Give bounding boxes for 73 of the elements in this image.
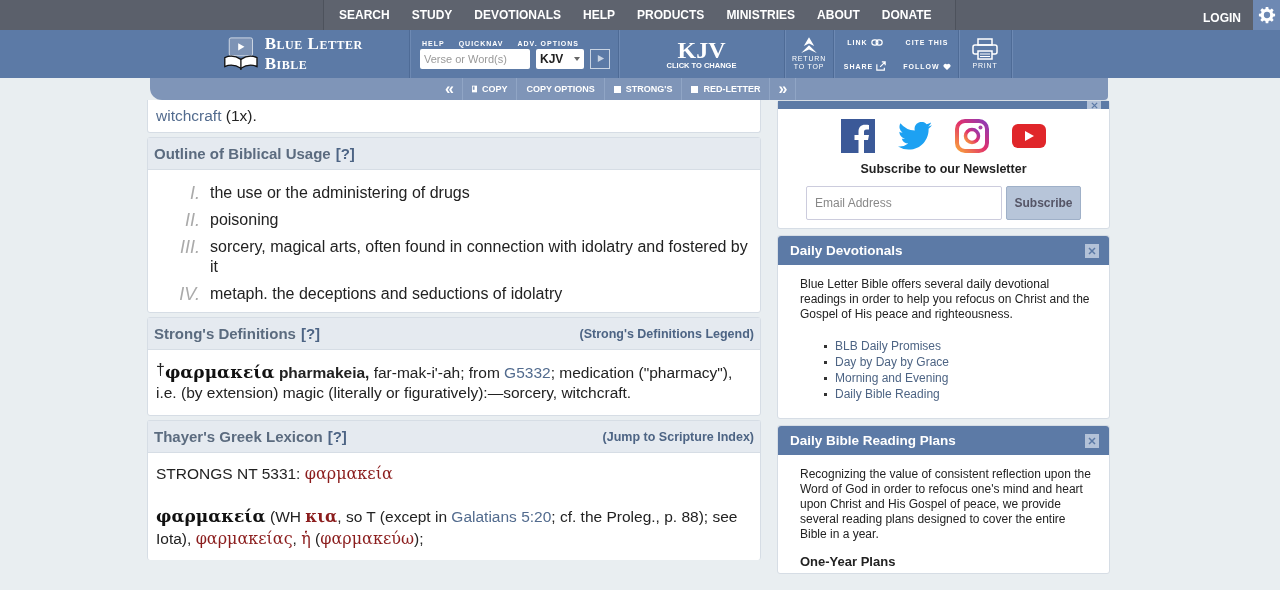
roman-numeral: I. — [189, 183, 201, 203]
close-icon — [1090, 101, 1098, 109]
roman-numeral: III. — [179, 237, 201, 259]
nav-link[interactable]: STUDY — [400, 8, 464, 22]
help-link[interactable]: [?] — [327, 428, 347, 445]
nav-link[interactable]: DONATE — [870, 8, 943, 22]
site-logo[interactable]: Blue Letter Bible — [264, 34, 409, 74]
devotional-link[interactable]: Morning and Evening — [835, 371, 949, 385]
devotional-link[interactable]: Daily Bible Reading — [835, 387, 940, 401]
newsletter-title: Subscribe to our Newsletter — [859, 162, 1028, 176]
nav-link[interactable]: PRODUCTS — [626, 8, 716, 22]
usage-text: the use or the administering of drugs — [210, 183, 470, 203]
roman-numeral: II. — [184, 210, 201, 230]
login-link[interactable]: LOGIN — [1203, 11, 1241, 25]
subscribe-button[interactable]: Subscribe — [1006, 186, 1081, 220]
lexicon-text: STRONGS NT 5331: φαρμακεία — [155, 463, 394, 485]
lexicon-text: φαρμακεία (WH κια, so T (except in Galatians 5:20; cf. the Proleg., p. 88); see Iota), φαρμακείας, ἡ (φαρμακεύω); — [155, 505, 739, 550]
close-button[interactable] — [1087, 101, 1101, 109]
close-icon — [1088, 246, 1096, 255]
word-count-text: witchcraft (1x). — [156, 106, 258, 126]
heart-icon — [942, 62, 951, 70]
section-title: Strong's Definitions — [154, 325, 296, 342]
nav-link[interactable]: ABOUT — [806, 8, 871, 22]
panel-description: Recognizing the value of consistent reflection upon the Word of God in order to refocus one's mind and heart upon Christ and His Gospel of peace, we provide several reading plans designed to cover the entire Bible in a year. — [799, 466, 1092, 543]
settings-icon — [1257, 6, 1276, 24]
usage-text: sorcery, magical arts, often found in connection with idolatry and fostered by it — [210, 237, 749, 277]
close-button[interactable] — [1085, 433, 1099, 448]
word-link[interactable]: witchcraft — [156, 107, 222, 124]
chain-link-icon — [870, 38, 883, 46]
panel-description: Blue Letter Bible offers several daily devotional readings in order to help you refocus on Christ and the Gospel of His peace and righteousness. — [799, 276, 1091, 323]
usage-text: poisoning — [210, 210, 279, 230]
index-link[interactable]: (Jump to Scripture Index) — [602, 429, 754, 444]
usage-text: metaph. the deceptions and seductions of idolatry — [210, 284, 563, 304]
devotional-link[interactable]: Day by Day by Grace — [835, 355, 950, 369]
bullet-icon — [824, 344, 827, 348]
settings-button[interactable] — [1253, 0, 1280, 30]
section-title: Thayer's Greek Lexicon — [154, 428, 323, 445]
roman-numeral: IV. — [178, 284, 201, 304]
bullet-icon — [824, 360, 827, 364]
scripture-link[interactable]: Galatians 5:20 — [451, 508, 552, 525]
legend-link[interactable]: (Strong's Definitions Legend) — [579, 326, 754, 341]
search-field[interactable]: Verse or Word(s) — [420, 48, 530, 69]
twitter-icon[interactable] — [898, 122, 932, 150]
nav-link[interactable]: MINISTRIES — [715, 8, 807, 22]
nav-link[interactable]: DEVOTIONALS — [463, 8, 572, 22]
section-title: Outline of Biblical Usage — [154, 145, 331, 162]
play-icon — [595, 54, 605, 63]
help-link[interactable]: [?] — [300, 325, 321, 342]
version-dropdown[interactable]: KJV — [536, 48, 584, 69]
plans-subheading: One-Year Plans — [799, 553, 897, 571]
checkbox[interactable] — [613, 85, 621, 93]
devotional-link[interactable]: BLB Daily Promises — [835, 339, 942, 353]
nav-link[interactable]: HELP — [572, 8, 627, 22]
checkbox[interactable] — [691, 85, 699, 93]
help-link[interactable]: [?] — [335, 145, 355, 162]
close-button[interactable] — [1085, 243, 1099, 258]
bullet-icon — [824, 392, 827, 396]
panel-title: Daily Bible Reading Plans — [790, 433, 956, 448]
reference-link[interactable]: G5332 — [504, 364, 551, 381]
bullet-icon — [824, 376, 827, 380]
instagram-icon[interactable] — [955, 119, 989, 153]
caret-icon — [574, 56, 580, 61]
panel-title: Daily Devotionals — [790, 243, 903, 258]
open-book-icon — [223, 36, 259, 72]
go-button[interactable] — [590, 48, 610, 69]
youtube-icon[interactable] — [1012, 124, 1046, 148]
share-icon — [876, 61, 887, 71]
nav-link[interactable]: SEARCH — [328, 8, 401, 22]
email-field[interactable]: Email Address — [806, 186, 1002, 220]
close-icon — [1088, 436, 1096, 445]
printer-icon — [972, 38, 998, 60]
document-icon — [471, 85, 477, 93]
facebook-icon[interactable] — [841, 119, 875, 153]
